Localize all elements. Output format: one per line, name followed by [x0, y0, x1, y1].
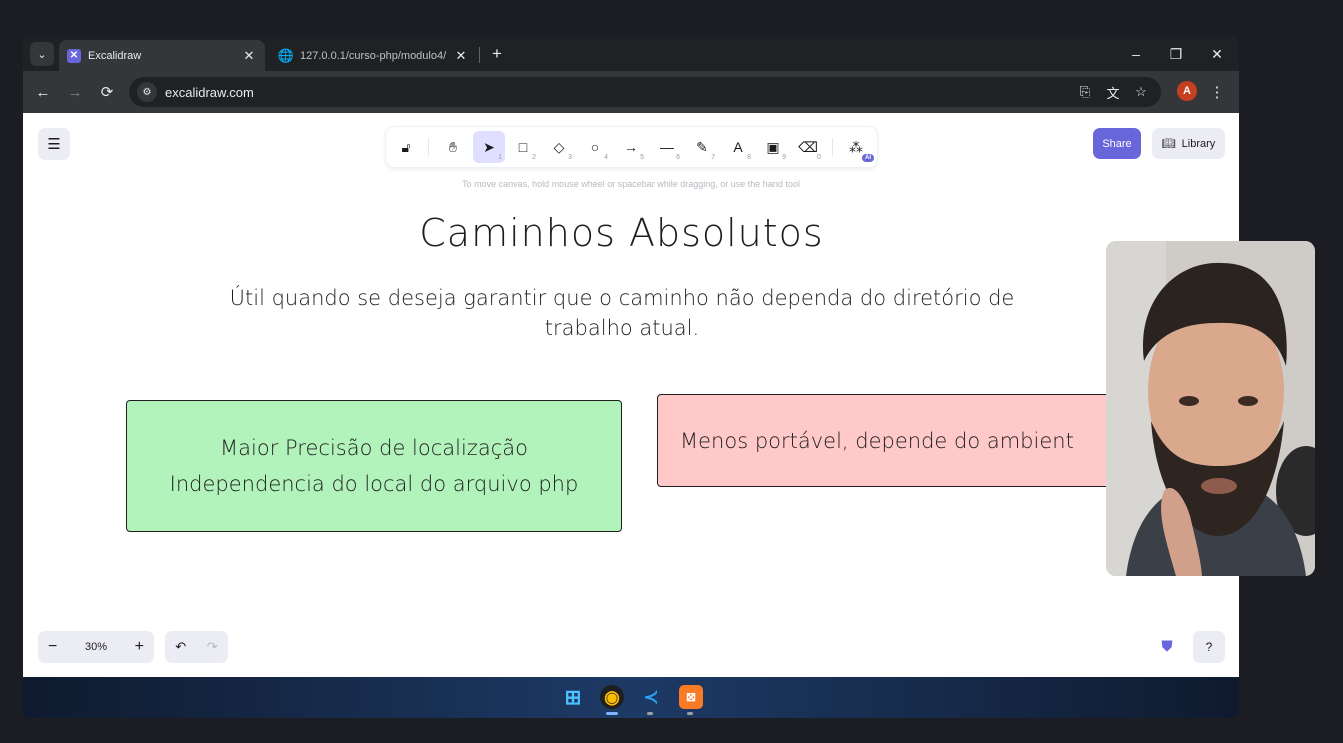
shortcut-key: 0 [817, 154, 821, 161]
open-app-indicator [687, 712, 693, 715]
url-text: excalidraw.com [165, 84, 254, 100]
library-label: Library [1181, 137, 1216, 150]
close-tab-icon[interactable]: ✕ [241, 48, 257, 64]
profile-avatar[interactable]: A [1177, 81, 1197, 101]
new-tab-button[interactable]: + [485, 42, 509, 66]
windows-taskbar: ⊞ ◉ ≺ ⊠ [23, 677, 1239, 718]
help-button[interactable]: ? [1193, 631, 1225, 663]
lock-icon[interactable]: 🔓︎ [390, 131, 422, 163]
bookmark-star-icon[interactable]: ☆ [1133, 84, 1149, 100]
ai-badge: AI [862, 154, 874, 162]
card-text-line: Maior Precisão de localização [220, 436, 528, 460]
zoom-out-button[interactable]: − [48, 638, 57, 656]
draw-tool-icon[interactable]: ✎ 7 [686, 131, 718, 163]
close-window-button[interactable]: ✕ [1202, 43, 1232, 65]
shortcut-key: 6 [676, 154, 680, 161]
redo-icon[interactable]: ↷ [207, 639, 218, 655]
excalidraw-favicon-icon: ✕ [67, 48, 81, 63]
canvas-hint: To move canvas, hold mouse wheel or spac… [462, 179, 800, 189]
address-bar[interactable]: ⚙ excalidraw.com ⎘ 文 ☆ [129, 77, 1161, 107]
tab-search-icon[interactable]: ⌄ [30, 42, 54, 66]
image-tool-icon[interactable]: ▣ 9 [757, 131, 789, 163]
webcam-overlay [1106, 241, 1315, 576]
library-button[interactable]: 📖︎ Library [1152, 128, 1225, 159]
forward-button[interactable]: → [63, 80, 87, 104]
card-text-line: Independencia do local do arquivo php [169, 472, 579, 496]
back-button[interactable]: ← [31, 80, 55, 104]
undo-icon[interactable]: ↶ [175, 639, 186, 655]
eraser-tool-icon[interactable]: ⌫ 0 [792, 131, 824, 163]
restore-button[interactable]: ❐ [1161, 43, 1191, 65]
excalidraw-canvas[interactable]: ☰ 🔓︎ ✋︎ ➤ 1 □ 2 ◇ 3 ○ 4 → 5 —6 ✎ 7 A8 ▣ 9 ⌫ 0 ⁂ A… [23, 113, 1239, 677]
zoom-in-button[interactable]: + [135, 638, 144, 656]
text-tool-icon[interactable]: A8 [722, 131, 754, 163]
line-tool-icon[interactable]: —6 [651, 131, 683, 163]
tab-separator [479, 47, 480, 63]
windows-start-icon[interactable]: ⊞ [561, 685, 585, 709]
webcam-person-image [1106, 241, 1315, 576]
tab-title: Excalidraw [88, 49, 142, 62]
tool-bar: 🔓︎ ✋︎ ➤ 1 □ 2 ◇ 3 ○ 4 → 5 —6 ✎ 7 A8 ▣ 9 ⌫ 0 ⁂ AI [386, 127, 877, 167]
library-book-icon: 📖︎ [1161, 138, 1176, 150]
shortcut-key: 1 [498, 154, 502, 161]
translate-icon[interactable]: 文 [1105, 84, 1121, 101]
divider [832, 138, 833, 156]
arrow-tool-icon[interactable]: → 5 [615, 131, 647, 163]
advantages-card[interactable]: Maior Precisão de localização Independen… [126, 400, 622, 532]
reload-button[interactable]: ⟳ [95, 80, 119, 104]
shortcut-key: 9 [782, 154, 786, 161]
site-settings-icon[interactable]: ⚙ [137, 82, 157, 102]
open-app-indicator [647, 712, 653, 715]
tab-localhost[interactable]: 🌐 127.0.0.1/curso-php/modulo4/ ✕ [271, 40, 477, 71]
shortcut-key: 4 [604, 154, 608, 161]
shortcut-key: 5 [640, 154, 644, 161]
tab-excalidraw[interactable]: ✕ Excalidraw ✕ [59, 40, 265, 71]
xampp-icon[interactable]: ⊠ [679, 685, 703, 709]
diamond-tool-icon[interactable]: ◇ 3 [543, 131, 575, 163]
more-tools-icon[interactable]: ⁂ AI [840, 131, 874, 163]
shield-check-icon[interactable]: ⛊ [1159, 637, 1175, 655]
drawing-subtitle[interactable]: Útil quando se deseja garantir que o cam… [143, 283, 1101, 343]
history-controls: ↶ ↷ [165, 631, 228, 663]
globe-icon: 🌐 [277, 47, 295, 63]
main-menu-button[interactable]: ☰ [38, 128, 70, 160]
chrome-icon[interactable]: ◉ [600, 685, 624, 709]
tab-strip: ⌄ ✕ Excalidraw ✕ 🌐 127.0.0.1/curso-php/m… [23, 37, 1239, 71]
shortcut-key: 7 [711, 154, 715, 161]
zoom-controls: − 30% + [38, 631, 154, 663]
shortcut-key: 8 [747, 154, 751, 161]
ellipse-tool-icon[interactable]: ○ 4 [579, 131, 611, 163]
minimize-button[interactable]: – [1121, 43, 1151, 65]
browser-toolbar: ← → ⟳ ⚙ excalidraw.com ⎘ 文 ☆ A ⋮ [23, 71, 1239, 113]
shortcut-key: 3 [568, 154, 572, 161]
zoom-level[interactable]: 30% [85, 641, 107, 653]
drawing-title[interactable]: Caminhos Absolutos [23, 211, 1220, 255]
close-tab-icon[interactable]: ✕ [453, 48, 469, 64]
card-text-line: Menos portável, depende do ambient [680, 428, 1074, 453]
shortcut-key: 2 [532, 154, 536, 161]
share-button[interactable]: Share [1093, 128, 1141, 159]
screen-recording: ⌄ ✕ Excalidraw ✕ 🌐 127.0.0.1/curso-php/m… [23, 37, 1239, 718]
rectangle-tool-icon[interactable]: □ 2 [507, 131, 539, 163]
browser-menu-icon[interactable]: ⋮ [1209, 80, 1225, 104]
divider [428, 138, 429, 156]
subtitle-line: trabalho atual. [544, 316, 700, 340]
subtitle-line: Útil quando se deseja garantir que o cam… [229, 286, 1015, 310]
active-app-indicator [606, 712, 618, 715]
install-app-icon[interactable]: ⎘ [1077, 84, 1093, 100]
hand-tool-icon[interactable]: ✋︎ [437, 131, 469, 163]
tab-title: 127.0.0.1/curso-php/modulo4/ [300, 49, 447, 62]
vscode-icon[interactable]: ≺ [639, 685, 663, 709]
selection-tool-icon[interactable]: ➤ 1 [473, 131, 505, 163]
